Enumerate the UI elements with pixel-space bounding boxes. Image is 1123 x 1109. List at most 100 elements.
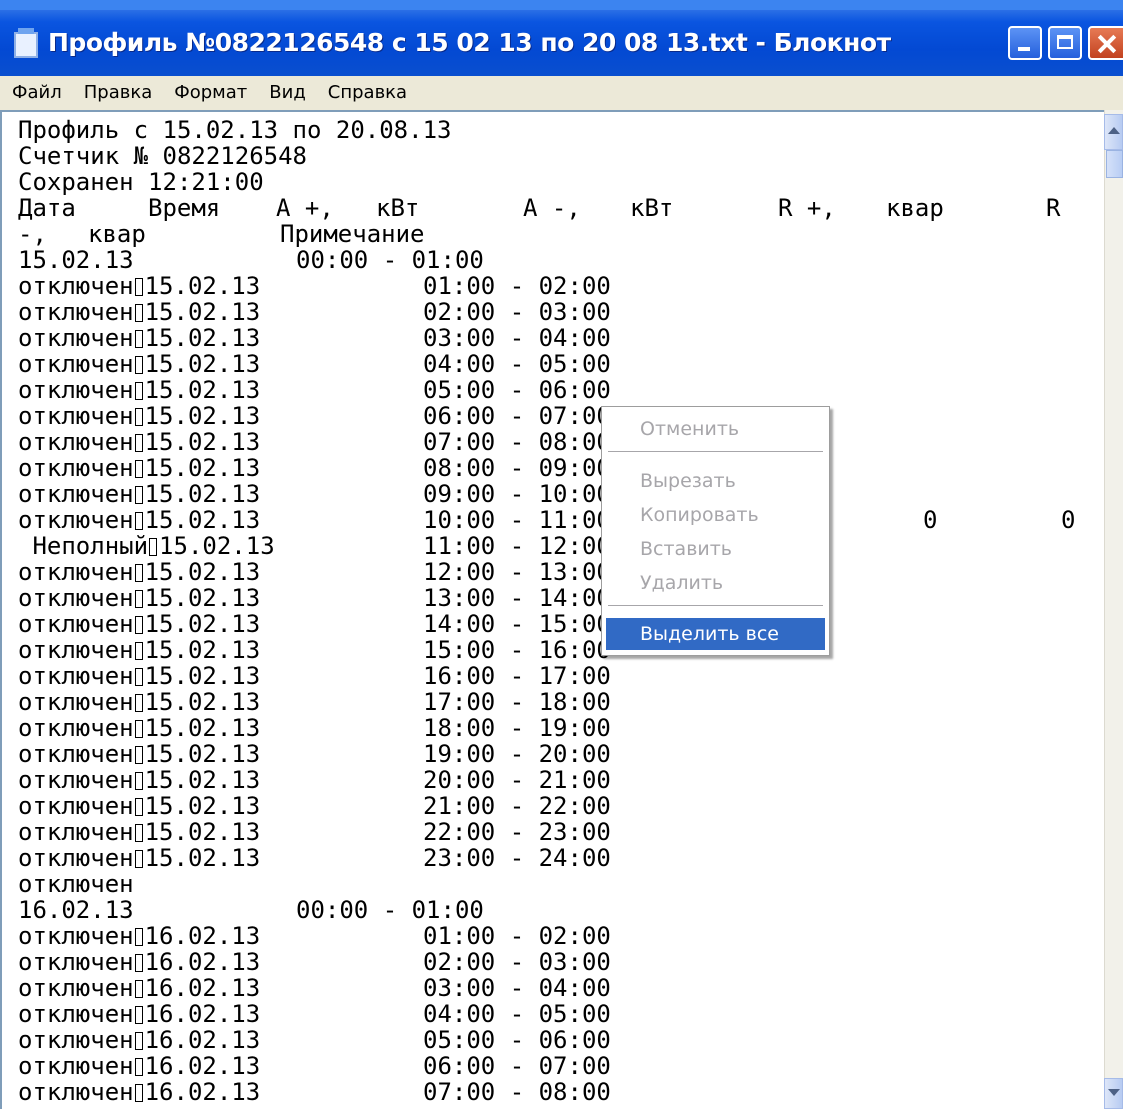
interval-text: 20:00 - 21:00: [423, 766, 611, 794]
value-text: 0: [1061, 506, 1076, 534]
interval-text: 03:00 - 04:00: [423, 974, 611, 1002]
window-title: Профиль №0822126548 с 15 02 13 по 20 08 …: [48, 28, 891, 57]
separator-char: [134, 1084, 143, 1102]
data-row: отключен 15.02.13 23:00 - 24:00: [18, 844, 611, 872]
data-row: отключен 15.02.13 05:00 - 06:00: [18, 376, 611, 404]
vertical-scrollbar[interactable]: [1104, 110, 1123, 1109]
text-fragment: Примечание: [280, 220, 425, 248]
interval-text: 10:00 - 11:00: [423, 506, 611, 534]
context-menu-separator: [608, 605, 823, 607]
data-row: отключен 15.02.13 02:00 - 03:00: [18, 298, 611, 326]
separator-char: [134, 460, 143, 478]
separator-char: [134, 356, 143, 374]
separator-char: [134, 798, 143, 816]
date-line: 15.02.13 00:00 - 01:00: [18, 246, 484, 274]
interval-text: 02:00 - 03:00: [423, 948, 611, 976]
context-menu-copy[interactable]: Копировать: [606, 499, 825, 531]
interval-text: 01:00 - 02:00: [423, 922, 611, 950]
maximize-button[interactable]: [1048, 26, 1082, 60]
interval-text: 05:00 - 06:00: [423, 1026, 611, 1054]
text-editor-area[interactable]: Профиль с 15.02.13 по 20.08.13 Счетчик № …: [0, 110, 1104, 1109]
separator-char: [134, 980, 143, 998]
menu-edit[interactable]: Правка: [73, 76, 164, 110]
data-row: отключен: [18, 870, 134, 898]
separator-char: [134, 694, 143, 712]
data-row: отключен 16.02.13 07:00 - 08:00: [18, 1078, 611, 1106]
separator-char: [149, 538, 158, 556]
interval-text: 15:00 - 16:00: [423, 636, 611, 664]
text-fragment: кВт: [376, 194, 420, 222]
text-fragment: квар: [88, 220, 146, 248]
text-fragment: А -,: [523, 194, 581, 222]
interval-text: 08:00 - 09:00: [423, 454, 611, 482]
menu-bar: Файл Правка Формат Вид Справка: [0, 76, 1123, 111]
title-bar[interactable]: Профиль №0822126548 с 15 02 13 по 20 08 …: [0, 0, 1123, 76]
separator-char: [134, 668, 143, 686]
text-fragment: Время: [148, 194, 221, 222]
data-row: отключен 15.02.13 06:00 - 07:00: [18, 402, 611, 430]
data-row: отключен 16.02.13 01:00 - 02:00: [18, 922, 611, 950]
interval-text: 06:00 - 07:00: [423, 402, 611, 430]
separator-char: [134, 512, 143, 530]
interval-text: 01:00 - 02:00: [423, 272, 611, 300]
context-menu-select-all[interactable]: Выделить все: [606, 618, 825, 650]
minimize-button[interactable]: [1008, 26, 1042, 60]
scroll-up-arrow-icon[interactable]: [1104, 114, 1123, 150]
interval-text: 16:00 - 17:00: [423, 662, 611, 690]
separator-char: [134, 616, 143, 634]
data-row: отключен 15.02.13 16:00 - 17:00: [18, 662, 611, 690]
data-row: отключен 15.02.13 08:00 - 09:00: [18, 454, 611, 482]
data-row: отключен 15.02.13 15:00 - 16:00: [18, 636, 611, 664]
interval-text: 11:00 - 12:00: [423, 532, 611, 560]
scroll-down-arrow-icon[interactable]: [1104, 1078, 1123, 1109]
data-row: отключен 15.02.13 09:00 - 10:00: [18, 480, 611, 508]
menu-file[interactable]: Файл: [0, 76, 73, 110]
context-menu-paste[interactable]: Вставить: [606, 533, 825, 565]
close-button[interactable]: [1088, 26, 1123, 60]
column-header-line: -, квар Примечание: [18, 220, 425, 248]
data-row: отключен 16.02.13 02:00 - 03:00: [18, 948, 611, 976]
interval-text: 07:00 - 08:00: [423, 1078, 611, 1106]
data-row: отключен 15.02.13 01:00 - 02:00: [18, 272, 611, 300]
interval-text: 12:00 - 13:00: [423, 558, 611, 586]
separator-char: [134, 304, 143, 322]
interval-text: 19:00 - 20:00: [423, 740, 611, 768]
interval-text: 22:00 - 23:00: [423, 818, 611, 846]
separator-char: [134, 642, 143, 660]
text-fragment: R +,: [778, 194, 836, 222]
context-menu-undo[interactable]: Отменить: [606, 413, 825, 445]
interval-text: 17:00 - 18:00: [423, 688, 611, 716]
data-row: отключен 15.02.13 07:00 - 08:00: [18, 428, 611, 456]
column-header-line: Дата Время А +, кВт А -, кВт R +, квар R: [18, 194, 1061, 222]
separator-char: [134, 928, 143, 946]
notepad-icon[interactable]: [14, 28, 38, 58]
data-row: отключен 15.02.13 20:00 - 21:00: [18, 766, 611, 794]
separator-char: [134, 954, 143, 972]
menu-help[interactable]: Справка: [317, 76, 418, 110]
menu-format[interactable]: Формат: [163, 76, 258, 110]
interval-text: 18:00 - 19:00: [423, 714, 611, 742]
interval-text: 09:00 - 10:00: [423, 480, 611, 508]
data-row: Неполный 15.02.13 11:00 - 12:00: [18, 532, 611, 560]
menu-view[interactable]: Вид: [258, 76, 317, 110]
date-line: 16.02.13 00:00 - 01:00: [18, 896, 484, 924]
separator-char: [134, 1058, 143, 1076]
interval-text: 02:00 - 03:00: [423, 298, 611, 326]
interval-text: 23:00 - 24:00: [423, 844, 611, 872]
interval-text: 07:00 - 08:00: [423, 428, 611, 456]
text-fragment: 00:00 - 01:00: [296, 246, 484, 274]
data-row: отключен 15.02.13 12:00 - 13:00: [18, 558, 611, 586]
separator-char: [134, 1006, 143, 1024]
scrollbar-thumb[interactable]: [1106, 150, 1123, 178]
data-row: отключен 15.02.13 22:00 - 23:00: [18, 818, 611, 846]
separator-char: [134, 330, 143, 348]
context-menu-delete[interactable]: Удалить: [606, 567, 825, 599]
data-row: отключен 16.02.13 03:00 - 04:00: [18, 974, 611, 1002]
data-row: отключен 16.02.13 05:00 - 06:00: [18, 1026, 611, 1054]
separator-char: [134, 772, 143, 790]
separator-char: [134, 408, 143, 426]
context-menu-cut[interactable]: Вырезать: [606, 465, 825, 497]
data-row: отключен 15.02.13 13:00 - 14:00: [18, 584, 611, 612]
header-line: Счетчик № 0822126548: [18, 142, 307, 170]
separator-char: [134, 278, 143, 296]
